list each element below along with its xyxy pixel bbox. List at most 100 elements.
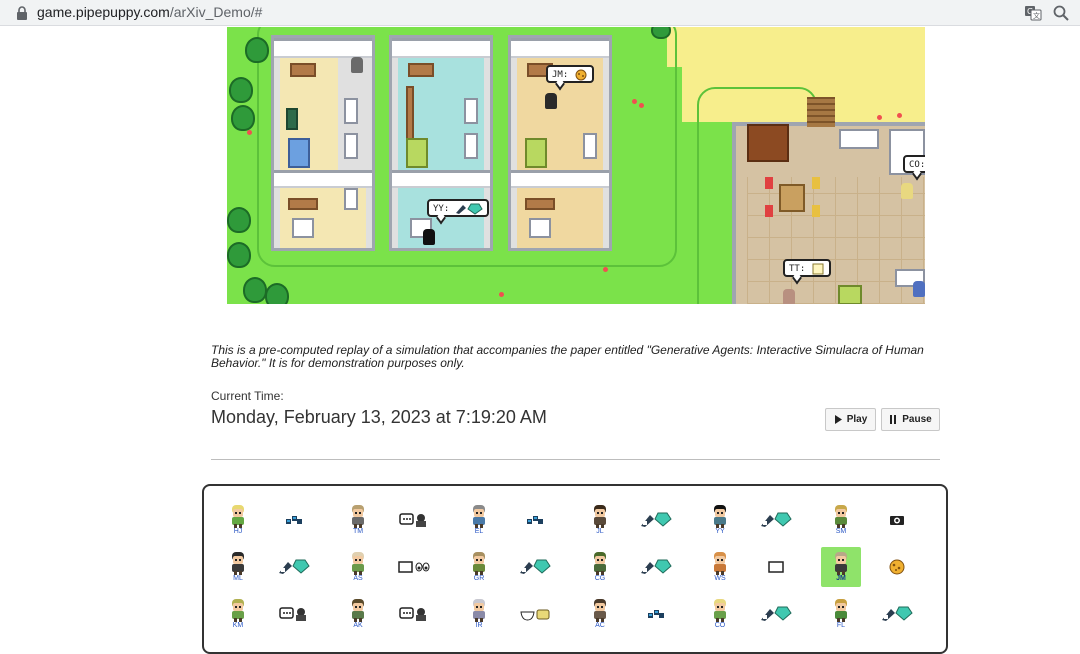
url-path: /arXiv_Demo/#: [169, 4, 263, 20]
agent-initials: GR: [473, 575, 485, 582]
book-icon: [756, 547, 796, 587]
agent-initials: FL: [836, 622, 846, 629]
tree: [265, 283, 289, 304]
agent-avatar: [352, 505, 364, 528]
agent-sprite-tt[interactable]: [783, 289, 795, 304]
zoom-icon[interactable]: [1052, 4, 1070, 22]
speech-bubble-tt: TT:: [783, 259, 831, 277]
agent-gr[interactable]: GR: [459, 547, 499, 587]
agent-ak[interactable]: AK: [338, 594, 378, 634]
agent-ac[interactable]: AC: [580, 594, 620, 634]
agent-jl[interactable]: JL: [580, 500, 620, 540]
agent-avatar: [714, 552, 726, 575]
agent-avatar: [594, 552, 606, 575]
chair: [765, 177, 773, 189]
agent-sprite[interactable]: [351, 57, 363, 73]
agent-initials: AS: [353, 575, 363, 582]
speech-bubble-yy: YY:: [427, 199, 489, 217]
agent-avatar: [232, 505, 244, 528]
chair: [812, 177, 820, 189]
agent-sprite-yy[interactable]: [423, 229, 435, 245]
flower: [897, 113, 902, 118]
tree: [243, 277, 267, 303]
brush-and-gem-icon: [274, 547, 314, 587]
agent-sprite[interactable]: [913, 281, 925, 297]
flower: [632, 99, 637, 104]
bed: [838, 285, 862, 304]
agent-jm[interactable]: JM: [821, 547, 861, 587]
game-map[interactable]: JM: YY: CO: TT:: [227, 27, 925, 304]
brush-and-gem-icon: [756, 594, 796, 634]
agent-initials: KM: [232, 622, 244, 629]
cookie-icon: [575, 69, 587, 80]
brush-and-gem-icon: [636, 547, 676, 587]
agent-avatar: [473, 505, 485, 528]
browser-address-bar[interactable]: game.pipepuppy.com/arXiv_Demo/# G 文: [0, 0, 1080, 26]
tree: [245, 37, 269, 63]
agent-initials: TM: [352, 528, 364, 535]
agent-yy[interactable]: YY: [700, 500, 740, 540]
play-button[interactable]: Play: [825, 408, 876, 431]
agent-initials: YY: [715, 528, 725, 535]
url-text[interactable]: game.pipepuppy.com/arXiv_Demo/#: [37, 4, 262, 20]
agent-el[interactable]: EL: [459, 500, 499, 540]
demo-caption: This is a pre-computed replay of a simul…: [211, 343, 924, 370]
agent-tm[interactable]: TM: [338, 500, 378, 540]
agent-ir[interactable]: IR: [459, 594, 499, 634]
agent-as[interactable]: AS: [338, 547, 378, 587]
agent-cg[interactable]: CG: [580, 547, 620, 587]
agent-avatar: [352, 599, 364, 622]
divider: [211, 459, 940, 460]
brush-and-gem-icon: [455, 203, 483, 215]
bubble-initials: CO:: [909, 160, 925, 170]
agent-km[interactable]: KM: [218, 594, 258, 634]
agent-initials: ML: [233, 575, 243, 582]
translate-icon[interactable]: G 文: [1024, 4, 1042, 22]
brush-and-gem-icon: [515, 547, 555, 587]
agent-co[interactable]: CO: [700, 594, 740, 634]
agent-avatar: [835, 505, 847, 528]
sleep-icon: [636, 594, 676, 634]
flower: [499, 292, 504, 297]
brush-and-gem-icon: [636, 500, 676, 540]
agent-initials: WS: [714, 575, 726, 582]
agent-initials: IR: [475, 622, 483, 629]
bowl-and-cake-icon: [515, 594, 555, 634]
agent-sm[interactable]: SM: [821, 500, 861, 540]
bookshelf: [747, 124, 789, 162]
tree: [227, 242, 251, 268]
agent-initials: CG: [594, 575, 606, 582]
speech-bubble-jm: JM:: [546, 65, 594, 83]
counter: [839, 129, 879, 149]
flower: [639, 103, 644, 108]
sleep-icon: [274, 500, 314, 540]
agent-hj[interactable]: HJ: [218, 500, 258, 540]
chair: [812, 205, 820, 217]
agent-fl[interactable]: FL: [821, 594, 861, 634]
brush-and-gem-icon: [877, 594, 917, 634]
agent-initials: CO: [714, 622, 726, 629]
agent-initials: JM: [836, 575, 846, 582]
flower: [603, 267, 608, 272]
agent-initials: SM: [835, 528, 847, 535]
agent-ws[interactable]: WS: [700, 547, 740, 587]
brush-and-gem-icon: [756, 500, 796, 540]
pause-button[interactable]: Pause: [881, 408, 940, 431]
sleep-icon: [515, 500, 555, 540]
bubble-initials: TT:: [789, 264, 806, 274]
pause-icon: [890, 415, 897, 424]
agent-sprite-co[interactable]: [901, 183, 913, 199]
agent-avatar: [352, 552, 364, 575]
agent-avatar: [594, 505, 606, 528]
url-host: game.pipepuppy.com: [37, 4, 170, 20]
chair: [765, 205, 773, 217]
speech-bubble-icon: [394, 500, 434, 540]
cookie-icon: [877, 547, 917, 587]
agent-initials: HJ: [233, 528, 243, 535]
flower: [877, 115, 882, 120]
agent-sprite-jm[interactable]: [545, 93, 557, 109]
agent-ml[interactable]: ML: [218, 547, 258, 587]
speech-bubble-icon: [274, 594, 314, 634]
current-time-label: Current Time:: [211, 389, 284, 403]
current-time-value: Monday, February 13, 2023 at 7:19:20 AM: [211, 407, 547, 427]
